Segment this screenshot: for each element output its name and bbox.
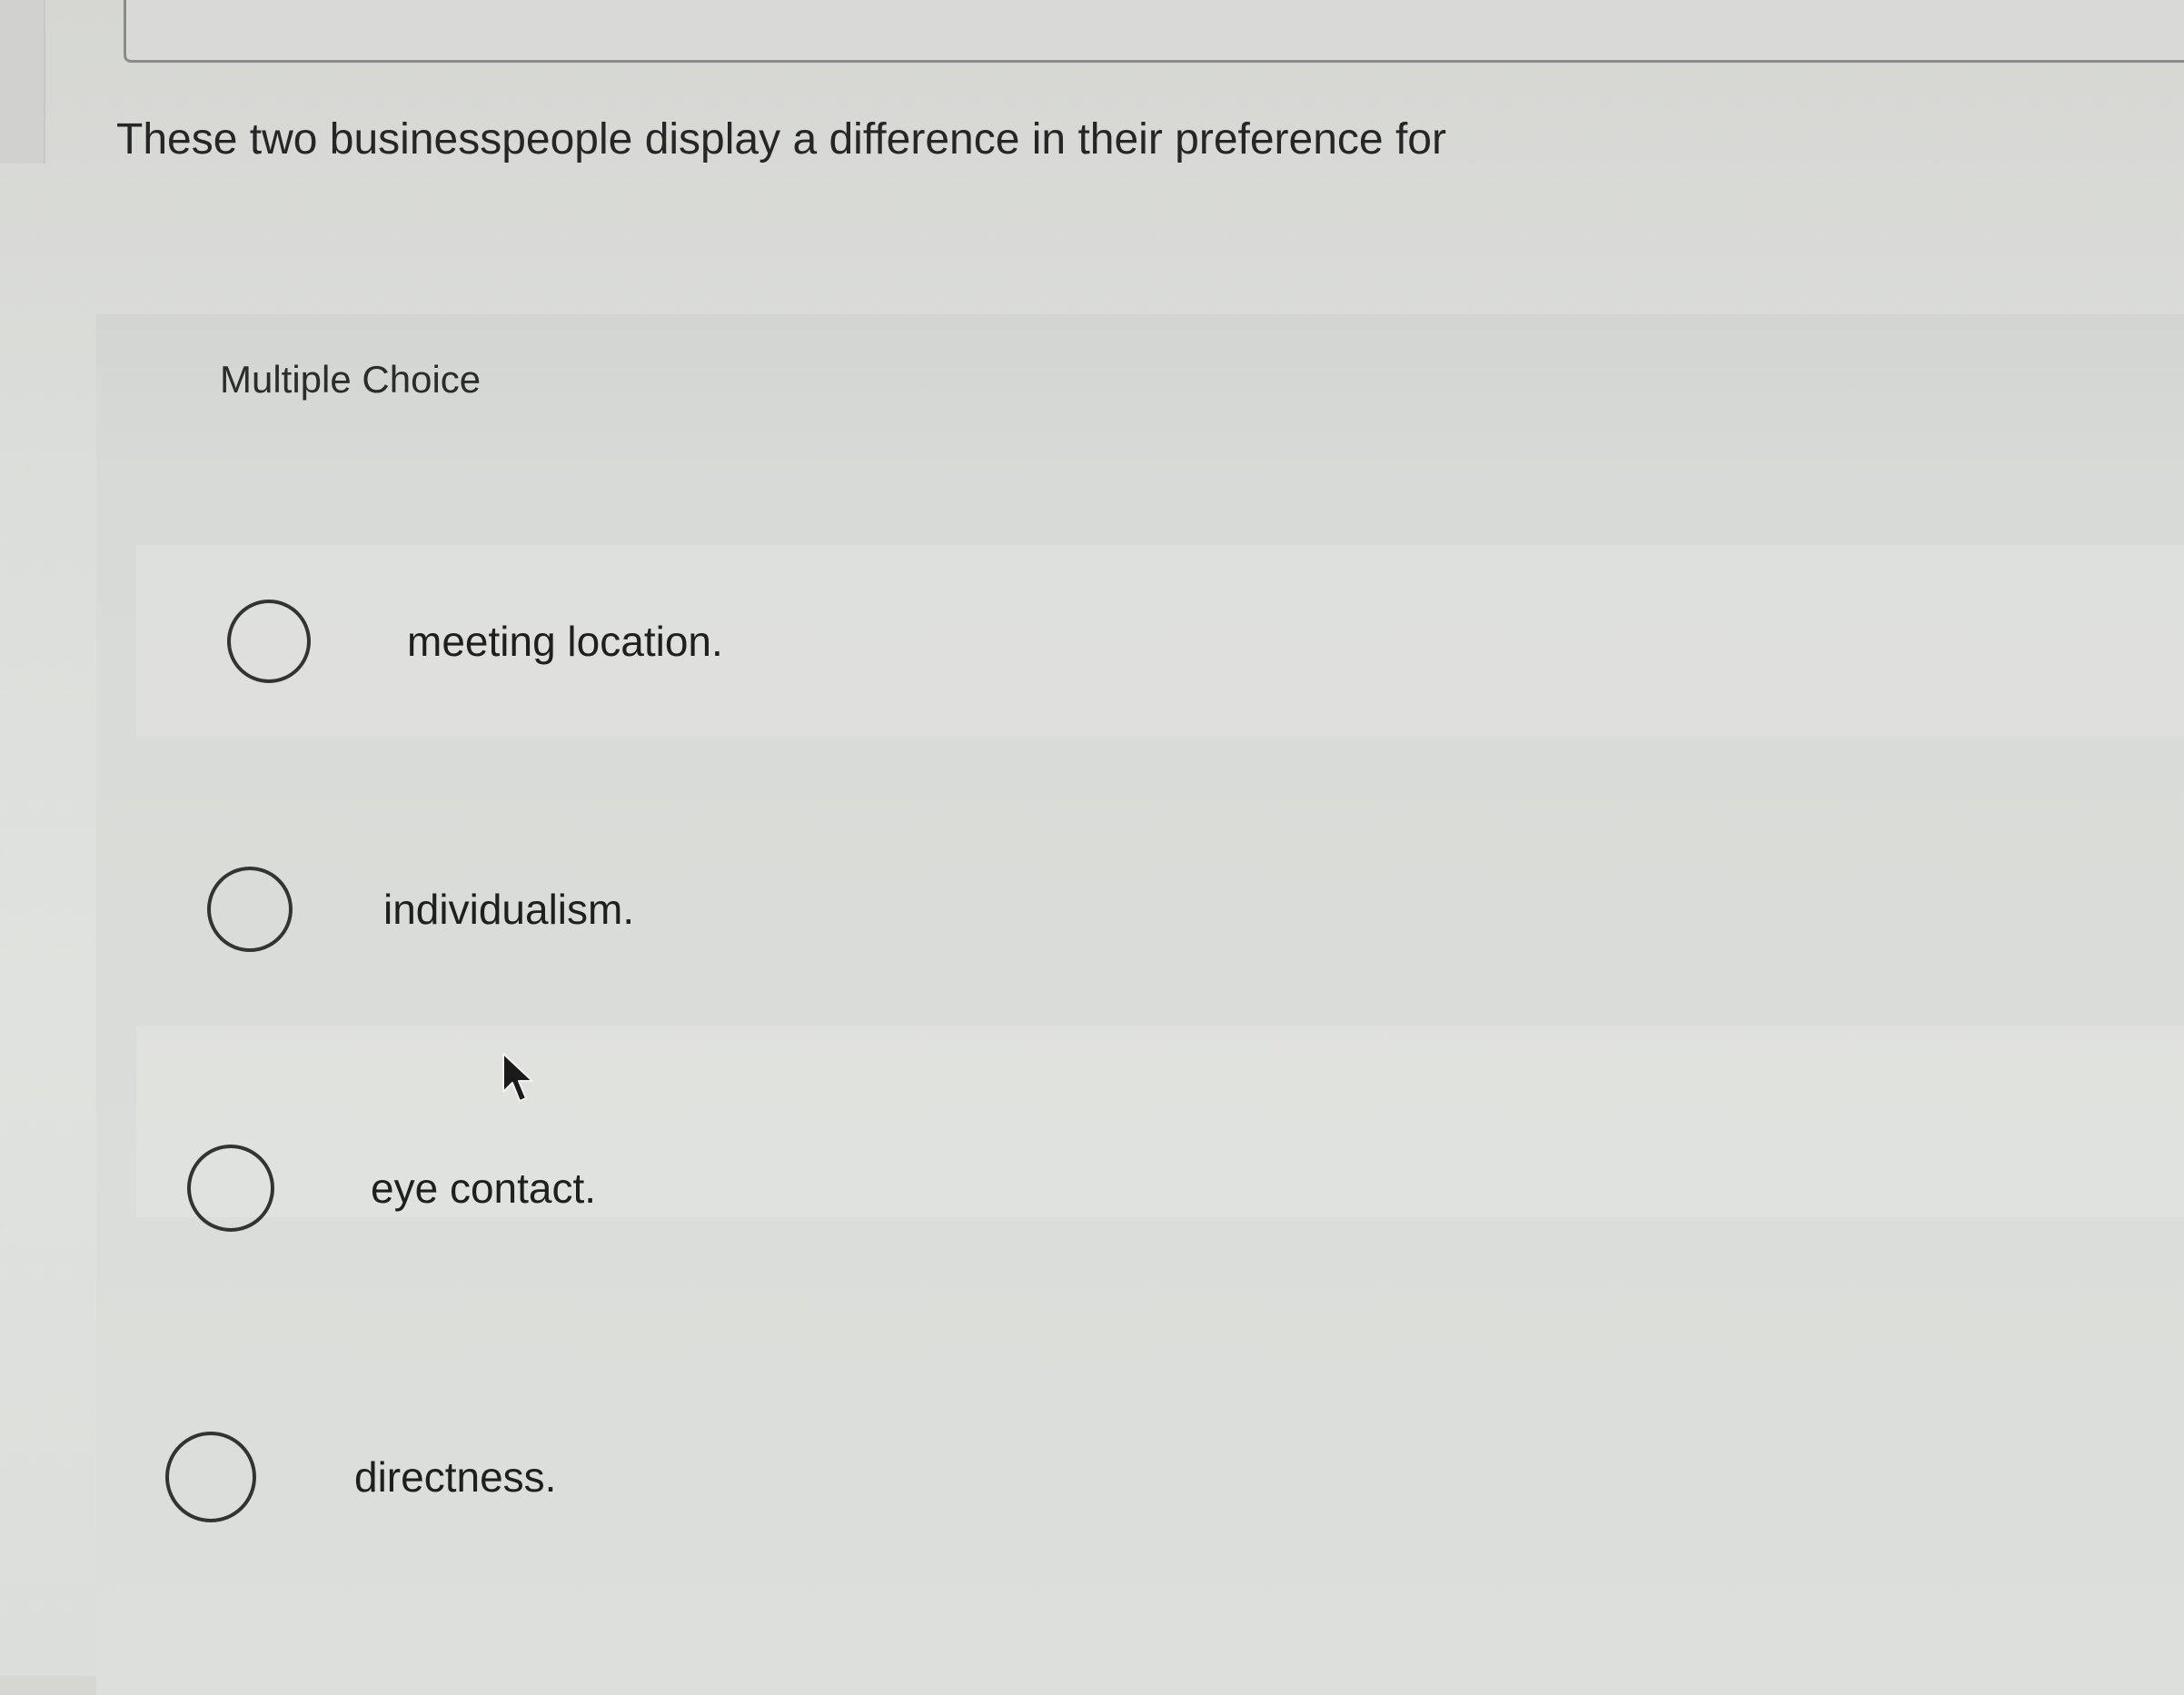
choice-label: eye contact. — [371, 1165, 597, 1212]
window-edge — [0, 0, 45, 164]
choice-option-directness[interactable]: directness. — [165, 1432, 556, 1522]
previous-content-frame — [124, 0, 2184, 63]
multiple-choice-header: Multiple Choice — [220, 358, 481, 401]
radio-button-icon[interactable] — [227, 600, 311, 683]
choice-label: individualism. — [383, 886, 635, 933]
choice-option-meeting-location[interactable]: meeting location. — [227, 600, 723, 683]
radio-button-icon[interactable] — [165, 1432, 256, 1522]
mouse-pointer-icon — [502, 1053, 533, 1102]
question-text: These two businesspeople display a diffe… — [116, 115, 1446, 164]
radio-button-icon[interactable] — [207, 867, 293, 952]
choice-label: meeting location. — [407, 618, 723, 665]
choice-option-individualism[interactable]: individualism. — [207, 867, 634, 952]
choice-option-eye-contact[interactable]: eye contact. — [187, 1145, 596, 1232]
radio-button-icon[interactable] — [187, 1145, 274, 1232]
choice-label: directness. — [354, 1453, 557, 1501]
